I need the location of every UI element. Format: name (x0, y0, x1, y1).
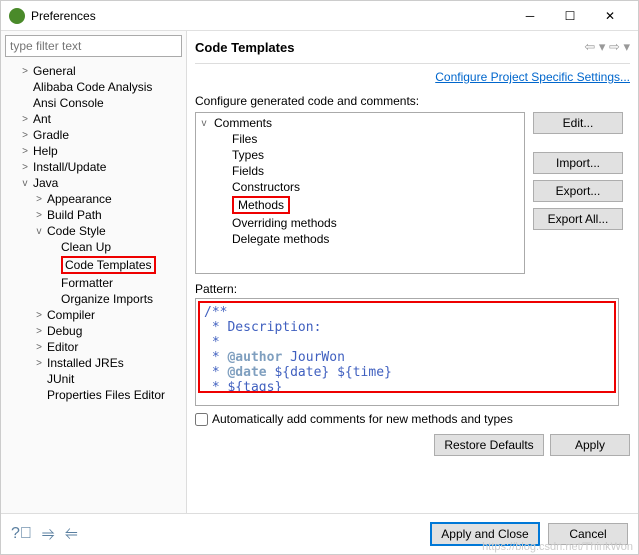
import-button[interactable]: Import... (533, 152, 623, 174)
pattern-textarea[interactable]: /** * Description: * * @author JourWon *… (195, 298, 619, 406)
tree-item[interactable]: >Install/Update (5, 159, 186, 175)
preferences-tree[interactable]: >GeneralAlibaba Code AnalysisAnsi Consol… (1, 61, 186, 513)
export-all-button[interactable]: Export All... (533, 208, 623, 230)
tree-item[interactable]: Formatter (5, 275, 186, 291)
sidebar: >GeneralAlibaba Code AnalysisAnsi Consol… (1, 31, 187, 513)
tree-item[interactable]: Code Templates (5, 255, 186, 275)
minimize-button[interactable]: ─ (510, 1, 550, 31)
tree-item[interactable]: >Ant (5, 111, 186, 127)
export-prefs-icon[interactable]: ⥢ (65, 525, 78, 543)
restore-defaults-button[interactable]: Restore Defaults (434, 434, 544, 456)
page-content: Code Templates ⇦ ▾ ⇨ ▾ Configure Project… (187, 31, 638, 513)
close-button[interactable]: ✕ (590, 1, 630, 31)
codetree-item[interactable]: Types (198, 147, 522, 163)
tree-item[interactable]: Organize Imports (5, 291, 186, 307)
titlebar: Preferences ─ ☐ ✕ (1, 1, 638, 31)
codetree-item[interactable]: Fields (198, 163, 522, 179)
export-button[interactable]: Export... (533, 180, 623, 202)
page-title: Code Templates (195, 40, 584, 55)
tree-item[interactable]: >Compiler (5, 307, 186, 323)
auto-comment-checkbox[interactable] (195, 413, 208, 426)
tree-item[interactable]: Clean Up (5, 239, 186, 255)
tree-item[interactable]: Properties Files Editor (5, 387, 186, 403)
window-title: Preferences (31, 9, 510, 23)
tree-item[interactable]: >Build Path (5, 207, 186, 223)
codetree-item[interactable]: Methods (198, 195, 522, 215)
tree-item[interactable]: >Editor (5, 339, 186, 355)
app-icon (9, 8, 25, 24)
tree-item[interactable]: >Appearance (5, 191, 186, 207)
configure-project-link[interactable]: Configure Project Specific Settings... (435, 70, 630, 84)
description-label: Configure generated code and comments: (195, 94, 630, 108)
help-icon[interactable]: ?⃝ (11, 525, 32, 543)
pattern-label: Pattern: (195, 282, 630, 296)
codetree-item[interactable]: vComments (198, 115, 522, 131)
tree-item[interactable]: >Debug (5, 323, 186, 339)
code-templates-tree[interactable]: vCommentsFilesTypesFieldsConstructorsMet… (195, 112, 525, 274)
tree-item[interactable]: >General (5, 63, 186, 79)
codetree-item[interactable]: Delegate methods (198, 231, 522, 247)
auto-comment-label: Automatically add comments for new metho… (212, 412, 513, 426)
import-prefs-icon[interactable]: ⥤ (42, 525, 55, 543)
apply-button[interactable]: Apply (550, 434, 630, 456)
tree-item[interactable]: Alibaba Code Analysis (5, 79, 186, 95)
tree-item[interactable]: >Installed JREs (5, 355, 186, 371)
tree-item[interactable]: JUnit (5, 371, 186, 387)
nav-arrows[interactable]: ⇦ ▾ ⇨ ▾ (584, 39, 630, 55)
apply-and-close-button[interactable]: Apply and Close (430, 522, 540, 546)
codetree-item[interactable]: Files (198, 131, 522, 147)
tree-item[interactable]: Ansi Console (5, 95, 186, 111)
filter-input[interactable] (5, 35, 182, 57)
tree-item[interactable]: vCode Style (5, 223, 186, 239)
tree-item[interactable]: >Gradle (5, 127, 186, 143)
cancel-button[interactable]: Cancel (548, 523, 628, 545)
tree-item[interactable]: vJava (5, 175, 186, 191)
codetree-item[interactable]: Overriding methods (198, 215, 522, 231)
maximize-button[interactable]: ☐ (550, 1, 590, 31)
footer: ?⃝ ⥤ ⥢ Apply and Close Cancel (1, 513, 638, 553)
edit-button[interactable]: Edit... (533, 112, 623, 134)
codetree-item[interactable]: Constructors (198, 179, 522, 195)
tree-item[interactable]: >Help (5, 143, 186, 159)
